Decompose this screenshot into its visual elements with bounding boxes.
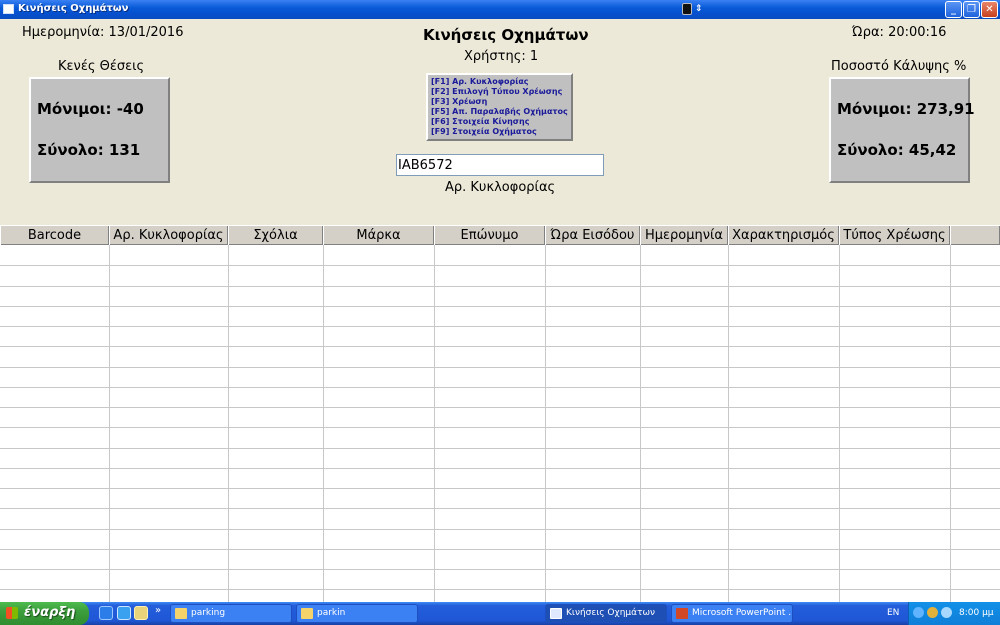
lock-icon (682, 3, 692, 15)
window-icon (550, 608, 562, 619)
table-row[interactable] (0, 488, 1000, 489)
start-label: έναρξη (24, 605, 76, 620)
table-row[interactable] (0, 346, 1000, 347)
task-parkin[interactable]: parkin (296, 604, 418, 623)
table-row[interactable] (0, 569, 1000, 570)
folder-icon (301, 608, 313, 619)
coverage-panel: Μόνιμοι: 273,91 Σύνολο: 45,42 (829, 77, 975, 183)
security-icon[interactable] (927, 607, 938, 618)
coverage-permanent-value: Μόνιμοι: 273,91 (837, 100, 975, 118)
table-row[interactable] (0, 286, 1000, 287)
language-indicator[interactable]: EN (887, 608, 899, 618)
app-window: Κινήσεις Οχημάτων ⇕ _ ❐ ✕ Ημερομηνία: 13… (0, 0, 1000, 625)
fkey-f6[interactable]: [F6] Στοιχεία Κίνησης (431, 117, 569, 127)
table-row[interactable] (0, 367, 1000, 368)
coverage-total-value: Σύνολο: 45,42 (837, 141, 957, 159)
powerpoint-icon (676, 608, 688, 619)
table-row[interactable] (0, 508, 1000, 509)
scroll-arrows-icon: ⇕ (695, 4, 703, 14)
table-row[interactable] (0, 468, 1000, 469)
minimize-button[interactable]: _ (945, 1, 962, 18)
empty-slots-panel: Μόνιμοι: -40 Σύνολο: 131 (29, 77, 170, 183)
table-row[interactable] (0, 549, 1000, 550)
table-body[interactable] (0, 245, 1000, 602)
folder-icon[interactable] (134, 606, 148, 620)
start-button[interactable]: έναρξη (0, 602, 89, 625)
time-label: Ώρα: 20:00:16 (852, 25, 947, 40)
task-label: Κινήσεις Οχημάτων (566, 608, 656, 618)
user-label: Χρήστης: 1 (464, 49, 539, 64)
windows-logo-icon (6, 607, 18, 619)
close-button[interactable]: ✕ (981, 1, 998, 18)
maximize-button[interactable]: ❐ (963, 1, 980, 18)
task-label: parkin (317, 608, 346, 618)
empty-slots-title: Κενές Θέσεις (58, 59, 145, 74)
fkey-f5[interactable]: [F5] Απ. Παραλαβής Οχήματος (431, 107, 569, 117)
table-row[interactable] (0, 589, 1000, 590)
table-row[interactable] (0, 529, 1000, 530)
table-row[interactable] (0, 407, 1000, 408)
column-header-characterization[interactable]: Χαρακτηρισμός (728, 226, 839, 245)
column-header-plate[interactable]: Αρ. Κυκλοφορίας (109, 226, 228, 245)
task-label: parking (191, 608, 226, 618)
page-title: Κινήσεις Οχημάτων (423, 26, 589, 44)
system-tray: 8:00 μμ (908, 602, 1000, 625)
table-row[interactable] (0, 306, 1000, 307)
fkey-f3[interactable]: [F3] Χρέωση (431, 97, 569, 107)
column-header-barcode[interactable]: Barcode (0, 226, 109, 245)
fkey-f2[interactable]: [F2] Επιλογή Τύπου Χρέωσης (431, 87, 569, 97)
table-row[interactable] (0, 387, 1000, 388)
column-header-date[interactable]: Ημερομηνία (640, 226, 728, 245)
column-header-comments[interactable]: Σχόλια (228, 226, 323, 245)
task-powerpoint[interactable]: Microsoft PowerPoint ... (671, 604, 793, 623)
task-parking[interactable]: parking (170, 604, 292, 623)
plate-number-caption: Αρ. Κυκλοφορίας (445, 180, 556, 195)
internet-explorer-icon[interactable] (99, 606, 113, 620)
wireless-icon[interactable] (941, 607, 952, 618)
function-keys-legend: [F1] Αρ. Κυκλοφορίας [F2] Επιλογή Τύπου … (426, 73, 573, 141)
folder-icon (175, 608, 187, 619)
empty-permanent-value: Μόνιμοι: -40 (37, 100, 144, 118)
fkey-f1[interactable]: [F1] Αρ. Κυκλοφορίας (431, 77, 569, 87)
task-vehicle-movements[interactable]: Κινήσεις Οχημάτων (545, 604, 667, 623)
window-title: Κινήσεις Οχημάτων (18, 3, 129, 14)
window-app-icon[interactable] (3, 4, 14, 14)
quicklaunch-expand-icon[interactable]: » (155, 605, 161, 616)
empty-total-value: Σύνολο: 131 (37, 141, 141, 159)
fkey-f9[interactable]: [F9] Στοιχεία Οχήματος (431, 127, 569, 137)
date-label: Ημερομηνία: 13/01/2016 (22, 25, 184, 40)
title-bar[interactable]: Κινήσεις Οχημάτων ⇕ _ ❐ ✕ (0, 0, 1000, 19)
column-header-charge-type[interactable]: Τύπος Χρέωσης (839, 226, 950, 245)
taskbar: έναρξη » parking parkin Κινήσεις Οχημάτω… (0, 602, 1000, 625)
column-header-brand[interactable]: Μάρκα (323, 226, 434, 245)
column-header-blank (950, 226, 1000, 245)
clock: 8:00 μμ (959, 608, 994, 618)
network-icon[interactable] (913, 607, 924, 618)
column-header-entry-time[interactable]: Ώρα Εισόδου (545, 226, 640, 245)
task-label: Microsoft PowerPoint ... (692, 608, 793, 618)
column-header-surname[interactable]: Επώνυμο (434, 226, 545, 245)
table-row[interactable] (0, 427, 1000, 428)
coverage-title: Ποσοστό Κάλυψης % (831, 59, 967, 74)
table-row[interactable] (0, 448, 1000, 449)
table-row[interactable] (0, 265, 1000, 266)
plate-number-input[interactable] (396, 154, 604, 176)
table-row[interactable] (0, 326, 1000, 327)
vehicle-movements-table[interactable]: Barcode Αρ. Κυκλοφορίας Σχόλια Μάρκα Επώ… (0, 225, 1000, 602)
table-header: Barcode Αρ. Κυκλοφορίας Σχόλια Μάρκα Επώ… (0, 225, 1000, 245)
outlook-icon[interactable] (117, 606, 131, 620)
